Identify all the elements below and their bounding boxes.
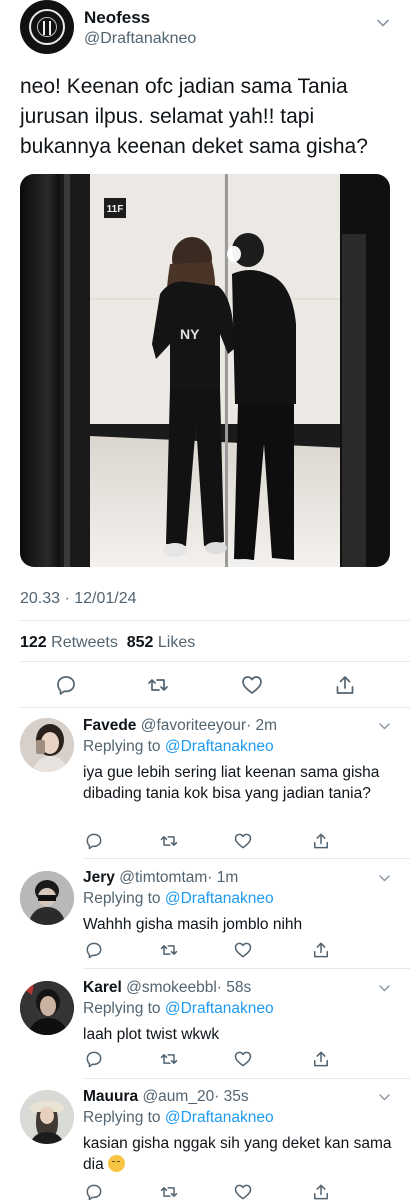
author-avatar[interactable] — [20, 0, 74, 54]
reply-time[interactable]: · 2m — [246, 717, 277, 734]
heart-icon[interactable] — [233, 1182, 253, 1200]
avatar-photo — [20, 981, 74, 1035]
reply-avatar[interactable] — [20, 718, 74, 772]
replying-to-prefix: Replying to — [83, 1000, 161, 1017]
reply-author-handle[interactable]: @smokeebbl — [126, 979, 217, 996]
heart-icon[interactable] — [233, 1049, 253, 1069]
heart-icon[interactable] — [233, 940, 253, 960]
replying-to: Replying to @Draftanakneo — [83, 1109, 274, 1127]
chevron-down-icon[interactable] — [378, 1091, 391, 1104]
chevron-down-icon[interactable] — [378, 720, 391, 733]
replying-to: Replying to @Draftanakneo — [83, 738, 274, 756]
divider — [83, 1078, 410, 1079]
divider — [83, 858, 410, 859]
reply-icon[interactable] — [84, 1049, 104, 1069]
divider — [20, 707, 410, 708]
reply-author-name[interactable]: Favede — [83, 717, 136, 734]
reply-header: Karel @smokeebbl· 58s — [83, 979, 251, 997]
replying-to-prefix: Replying to — [83, 1109, 161, 1126]
author-handle[interactable]: @Draftanakneo — [84, 30, 196, 48]
photo-illustration: 11F NY — [20, 174, 390, 567]
reply-icon[interactable] — [84, 1182, 104, 1200]
tweet-text: neo! Keenan ofc jadian sama Tania jurusa… — [20, 75, 368, 158]
reply-icon[interactable] — [84, 831, 104, 851]
reply-icon[interactable] — [84, 940, 104, 960]
replying-to-handle[interactable]: @Draftanakneo — [165, 1109, 274, 1126]
retweets-count[interactable]: 122 — [20, 634, 47, 651]
crying-emoji-icon — [108, 1155, 125, 1172]
reply-text: kasian gisha nggak sih yang deket kan sa… — [83, 1135, 392, 1173]
logo-seal-mark — [43, 21, 51, 35]
reply-icon[interactable] — [54, 673, 78, 697]
replying-to: Replying to @Draftanakneo — [83, 1000, 274, 1018]
replying-to-handle[interactable]: @Draftanakneo — [165, 738, 274, 755]
replying-to-prefix: Replying to — [83, 890, 161, 907]
share-icon[interactable] — [311, 940, 331, 960]
tweet-actions — [0, 673, 410, 697]
divider — [20, 620, 410, 621]
avatar-photo — [20, 718, 74, 772]
chevron-down-icon[interactable] — [376, 16, 390, 30]
share-icon[interactable] — [311, 1049, 331, 1069]
tweet-timestamp[interactable]: 20.33 · 12/01/24 — [20, 590, 137, 608]
replying-to-handle[interactable]: @Draftanakneo — [165, 890, 274, 907]
reply-avatar[interactable] — [20, 871, 74, 925]
reply-text-container: kasian gisha nggak sih yang deket kan sa… — [83, 1133, 393, 1175]
author-name[interactable]: Neofess — [84, 8, 150, 28]
heart-icon[interactable] — [240, 673, 264, 697]
reply-avatar[interactable] — [20, 1090, 74, 1144]
retweets-label[interactable]: Retweets — [51, 634, 118, 651]
retweet-icon[interactable] — [159, 940, 179, 960]
retweet-icon[interactable] — [159, 831, 179, 851]
photo-sign-text: 11F — [107, 204, 124, 215]
share-icon[interactable] — [311, 831, 331, 851]
reply-author-handle[interactable]: @favoriteeyour — [141, 717, 246, 734]
svg-text:NY: NY — [180, 326, 200, 342]
reply-author-handle[interactable]: @timtomtam — [119, 869, 207, 886]
reply-time[interactable]: · 35s — [214, 1088, 248, 1105]
avatar-photo — [20, 871, 74, 925]
share-icon[interactable] — [333, 673, 357, 697]
likes-count[interactable]: 852 — [127, 634, 154, 651]
divider — [83, 968, 410, 969]
tweet-stats: 122 Retweets 852 Likes — [20, 634, 195, 652]
replying-to-handle[interactable]: @Draftanakneo — [165, 1000, 274, 1017]
reply-time[interactable]: · 58s — [217, 979, 251, 996]
retweet-icon[interactable] — [159, 1182, 179, 1200]
reply-header: Mauura @aum_20· 35s — [83, 1088, 249, 1106]
logo-seal — [29, 9, 65, 45]
replying-to: Replying to @Draftanakneo — [83, 890, 274, 908]
reply-header: Jery @timtomtam· 1m — [83, 869, 238, 887]
tweet-photo[interactable]: 11F NY — [20, 174, 390, 567]
reply-text: Wahhh gisha masih jomblo nihh — [83, 916, 303, 933]
divider — [20, 661, 410, 662]
share-icon[interactable] — [311, 1182, 331, 1200]
heart-icon[interactable] — [233, 831, 253, 851]
reply-text: iya gue lebih sering liat keenan sama gi… — [83, 764, 380, 802]
chevron-down-icon[interactable] — [378, 872, 391, 885]
reply-author-name[interactable]: Karel — [83, 979, 122, 996]
retweet-icon[interactable] — [159, 1049, 179, 1069]
avatar-photo — [20, 1090, 74, 1144]
likes-label[interactable]: Likes — [158, 634, 195, 651]
reply-author-name[interactable]: Mauura — [83, 1088, 138, 1105]
reply-author-name[interactable]: Jery — [83, 869, 115, 886]
reply-author-handle[interactable]: @aum_20 — [142, 1088, 214, 1105]
reply-header: Favede @favoriteeyour· 2m — [83, 717, 277, 735]
reply-avatar[interactable] — [20, 981, 74, 1035]
retweet-icon[interactable] — [146, 673, 170, 697]
chevron-down-icon[interactable] — [378, 982, 391, 995]
replying-to-prefix: Replying to — [83, 738, 161, 755]
reply-text: laah plot twist wkwk — [83, 1026, 220, 1043]
reply-time[interactable]: · 1m — [207, 869, 238, 886]
